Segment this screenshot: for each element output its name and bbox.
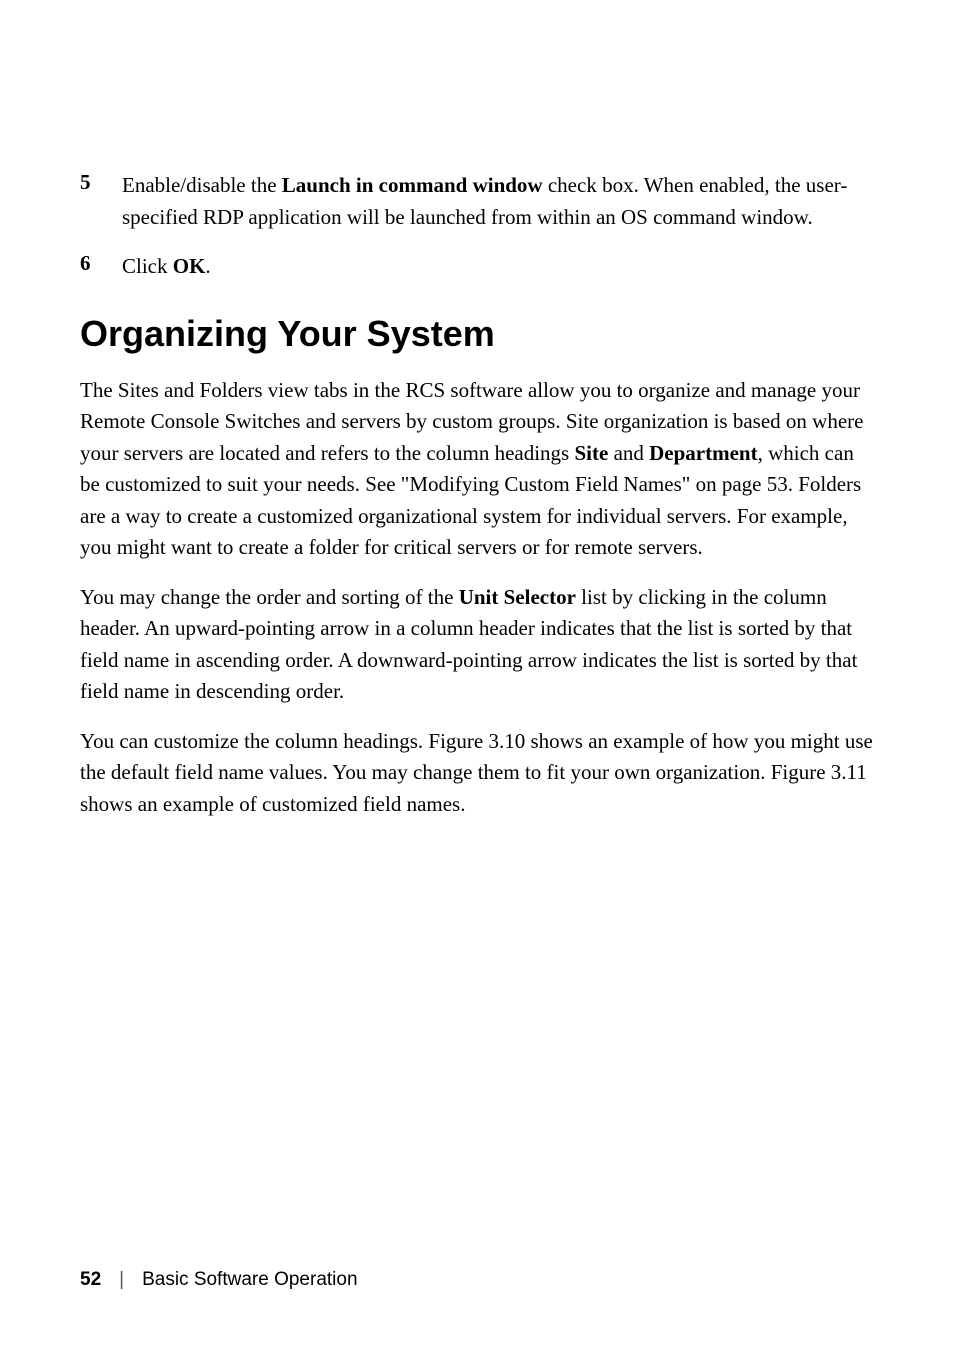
step-6-text-before: Click: [122, 254, 173, 278]
section-heading: Organizing Your System: [80, 313, 874, 355]
p1-bold1: Site: [574, 441, 608, 465]
p1-bold2: Department: [649, 441, 757, 465]
step-6-bold: OK: [173, 254, 206, 278]
paragraph-3: You can customize the column headings. F…: [80, 726, 874, 821]
page-number: 52: [80, 1269, 101, 1291]
page-footer: 52 | Basic Software Operation: [80, 1269, 358, 1291]
step-5-number: 5: [80, 170, 122, 233]
p2-part1: You may change the order and sorting of …: [80, 585, 459, 609]
paragraph-2: You may change the order and sorting of …: [80, 582, 874, 708]
step-5-bold: Launch in command window: [282, 173, 543, 197]
step-5-text: Enable/disable the Launch in command win…: [122, 170, 874, 233]
p2-bold1: Unit Selector: [459, 585, 576, 609]
footer-divider: |: [119, 1269, 124, 1291]
step-5-text-before: Enable/disable the: [122, 173, 282, 197]
step-6: 6 Click OK.: [80, 251, 874, 283]
step-6-number: 6: [80, 251, 122, 283]
footer-section: Basic Software Operation: [142, 1269, 357, 1291]
p1-part2: and: [608, 441, 649, 465]
paragraph-1: The Sites and Folders view tabs in the R…: [80, 375, 874, 564]
step-6-text-after: .: [205, 254, 210, 278]
step-6-text: Click OK.: [122, 251, 874, 283]
step-5: 5 Enable/disable the Launch in command w…: [80, 170, 874, 233]
